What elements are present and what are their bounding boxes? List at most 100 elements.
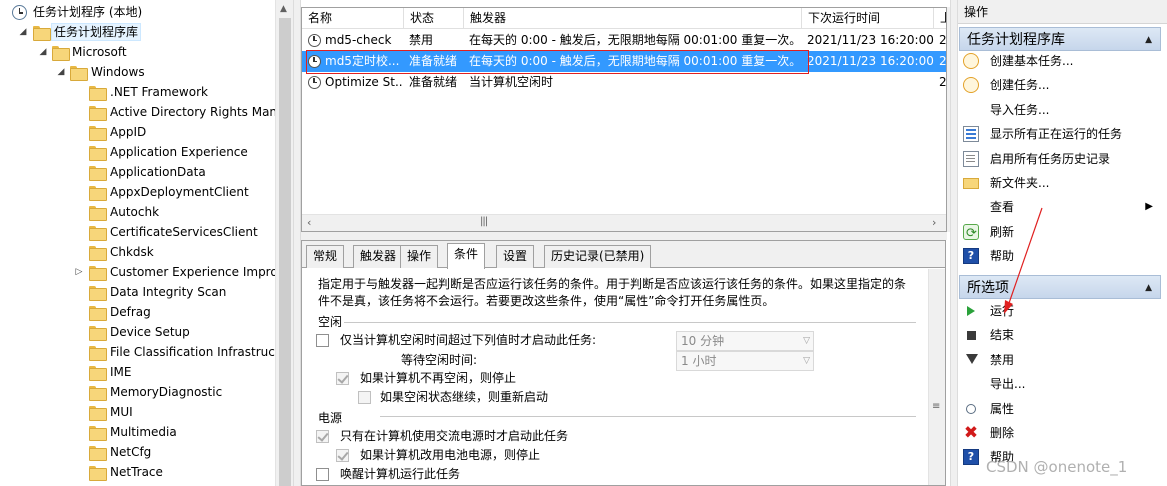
column-header-name[interactable]: 名称 [302, 8, 404, 29]
task-row[interactable]: md5定时校... 准备就绪 在每天的 0:00 - 触发后，无限期地每隔 00:0… [302, 51, 946, 72]
create-basic-task-button[interactable]: 创建基本任务... [959, 49, 1161, 73]
idle-duration-value: 10 分钟 [681, 334, 725, 348]
idle-stop-label: 如果计算机不再空闲，则停止 [360, 371, 517, 385]
folder-icon [89, 326, 107, 341]
tab-triggers[interactable]: 触发器 [353, 245, 404, 268]
action-label: 创建基本任务... [990, 54, 1074, 68]
pane-splitter-middle[interactable] [301, 232, 947, 240]
import-task-button[interactable]: 导入任务... [959, 98, 1161, 122]
action-label: 刷新 [990, 224, 1015, 239]
delete-button[interactable]: ✖ 删除 [959, 421, 1161, 445]
tab-general[interactable]: 常规 [306, 245, 345, 268]
tree-scrollbar[interactable]: ▲ [275, 0, 293, 486]
idle-wait-value: 1 小时 [681, 354, 717, 368]
task-list-hscrollbar[interactable]: ‹ ||| › [302, 214, 946, 231]
idle-start-checkbox[interactable] [316, 334, 329, 347]
history-icon [963, 150, 979, 167]
chevron-down-icon: ▽ [803, 336, 810, 346]
scroll-grip-icon[interactable]: ≡ [932, 402, 942, 412]
tab-conditions[interactable]: 条件 [447, 243, 486, 269]
folder-icon [89, 166, 107, 181]
export-button[interactable]: 导出... [959, 372, 1161, 396]
tree-windows-label: Windows [91, 65, 145, 79]
library-actions-header[interactable]: 任务计划程序库 ▲ [959, 27, 1161, 51]
enable-history-button[interactable]: 启用所有任务历史记录 [959, 147, 1161, 171]
idle-duration-select[interactable]: 10 分钟 ▽ [676, 331, 814, 351]
tree-scroll-thumb[interactable] [279, 18, 291, 486]
task-last-run: 20 [939, 75, 947, 89]
new-folder-button[interactable]: 新文件夹... [959, 171, 1161, 195]
navigation-tree: 任务计划程序 (本地) ◢ 任务计划程序库 ◢ Microsoft ◢ Wind… [0, 0, 293, 486]
task-row[interactable]: Optimize St... 准备就绪当计算机空闲时 20 [302, 72, 947, 93]
tree-folder-label: ApplicationData [110, 165, 206, 179]
power-ac-checkbox[interactable] [316, 430, 329, 443]
create-task-icon [963, 77, 979, 94]
properties-button[interactable]: 属性 [959, 397, 1161, 421]
folder-icon [89, 346, 107, 361]
action-label: 查看 [990, 200, 1015, 215]
column-header-status[interactable]: 状态 [404, 8, 464, 29]
disable-button[interactable]: 禁用 [959, 348, 1161, 372]
help-button[interactable]: ? 帮助 [959, 244, 1161, 268]
task-scheduler-icon [12, 5, 27, 20]
power-wake-label: 唤醒计算机运行此任务 [340, 467, 461, 481]
collapse-icon[interactable]: ◢ [18, 22, 28, 42]
column-header-trigger[interactable]: 触发器 [464, 8, 802, 29]
scroll-left-icon[interactable]: ‹ [307, 216, 311, 229]
create-task-button[interactable]: 创建任务... [959, 73, 1161, 97]
pane-splitter-right[interactable] [950, 0, 958, 486]
detail-scrollbar[interactable]: ≡ [928, 269, 945, 485]
tree-folder-label: AppxDeploymentClient [110, 185, 249, 199]
column-header-last-run[interactable]: 上 [934, 8, 946, 29]
folder-icon [89, 406, 107, 421]
selected-actions-label: 所选项 [967, 280, 1009, 296]
selected-actions-header[interactable]: 所选项 ▲ [959, 275, 1161, 299]
tree-folder-label: Data Integrity Scan [110, 285, 227, 299]
idle-restart-checkbox[interactable] [358, 391, 371, 404]
tree-folder-label: NetCfg [110, 445, 152, 459]
view-menu[interactable]: 查看 ▶ [959, 195, 1161, 219]
tab-history[interactable]: 历史记录(已禁用) [544, 245, 652, 268]
action-label: 新文件夹... [990, 176, 1050, 190]
running-tasks-icon [963, 126, 979, 143]
scroll-right-icon[interactable]: › [932, 216, 936, 229]
run-button[interactable]: 运行 [959, 299, 1161, 323]
idle-stop-checkbox[interactable] [336, 372, 349, 385]
pane-splitter-left[interactable] [293, 0, 301, 486]
tree-folder-label: Defrag [110, 305, 151, 319]
end-button[interactable]: 结束 [959, 323, 1161, 347]
power-battery-checkbox[interactable] [336, 449, 349, 462]
power-ac-label: 只有在计算机使用交流电源时才启动此任务 [340, 429, 569, 443]
collapse-up-icon[interactable]: ▲ [1145, 276, 1152, 300]
power-wake-checkbox[interactable] [316, 468, 329, 481]
scroll-grip-icon[interactable]: ||| [480, 216, 488, 227]
actions-title: 操作 [958, 0, 1167, 24]
tree-library-label: 任务计划程序库 [51, 23, 142, 41]
detail-tabs: 常规 触发器 操作 条件 设置 历史记录(已禁用) [302, 241, 945, 269]
folder-icon [89, 286, 107, 301]
scroll-up-icon[interactable]: ▲ [280, 4, 287, 14]
task-clock-icon [308, 34, 321, 47]
folder-icon [89, 86, 107, 101]
task-row[interactable]: md5-check 禁用 在每天的 0:00 - 触发后，无限期地每隔 00:01:… [302, 30, 946, 51]
expand-icon[interactable]: ▷ [74, 262, 84, 282]
refresh-button[interactable]: 刷新 [959, 220, 1161, 246]
task-status: 准备就绪 [409, 54, 458, 68]
task-clock-icon [308, 55, 321, 68]
column-header-next-run[interactable]: 下次运行时间 [802, 8, 934, 29]
tab-settings[interactable]: 设置 [496, 245, 535, 268]
tab-actions[interactable]: 操作 [400, 245, 439, 268]
idle-restart-label: 如果空闲状态继续，则重新启动 [380, 390, 549, 404]
tree-folder-label: IME [110, 365, 132, 379]
idle-wait-label: 等待空闲时间: [401, 353, 478, 367]
show-running-tasks-button[interactable]: 显示所有正在运行的任务 [959, 122, 1161, 146]
collapse-icon[interactable]: ◢ [38, 42, 48, 62]
tree-folder-label: MemoryDiagnostic [110, 385, 223, 399]
submenu-arrow-icon: ▶ [1145, 201, 1153, 213]
collapse-icon[interactable]: ◢ [56, 62, 66, 82]
task-trigger: 当计算机空闲时 [469, 75, 554, 89]
idle-wait-select[interactable]: 1 小时 ▽ [676, 351, 814, 371]
folder-icon [89, 126, 107, 141]
folder-icon [89, 226, 107, 241]
watermark: CSDN @onenote_1 [986, 458, 1128, 476]
